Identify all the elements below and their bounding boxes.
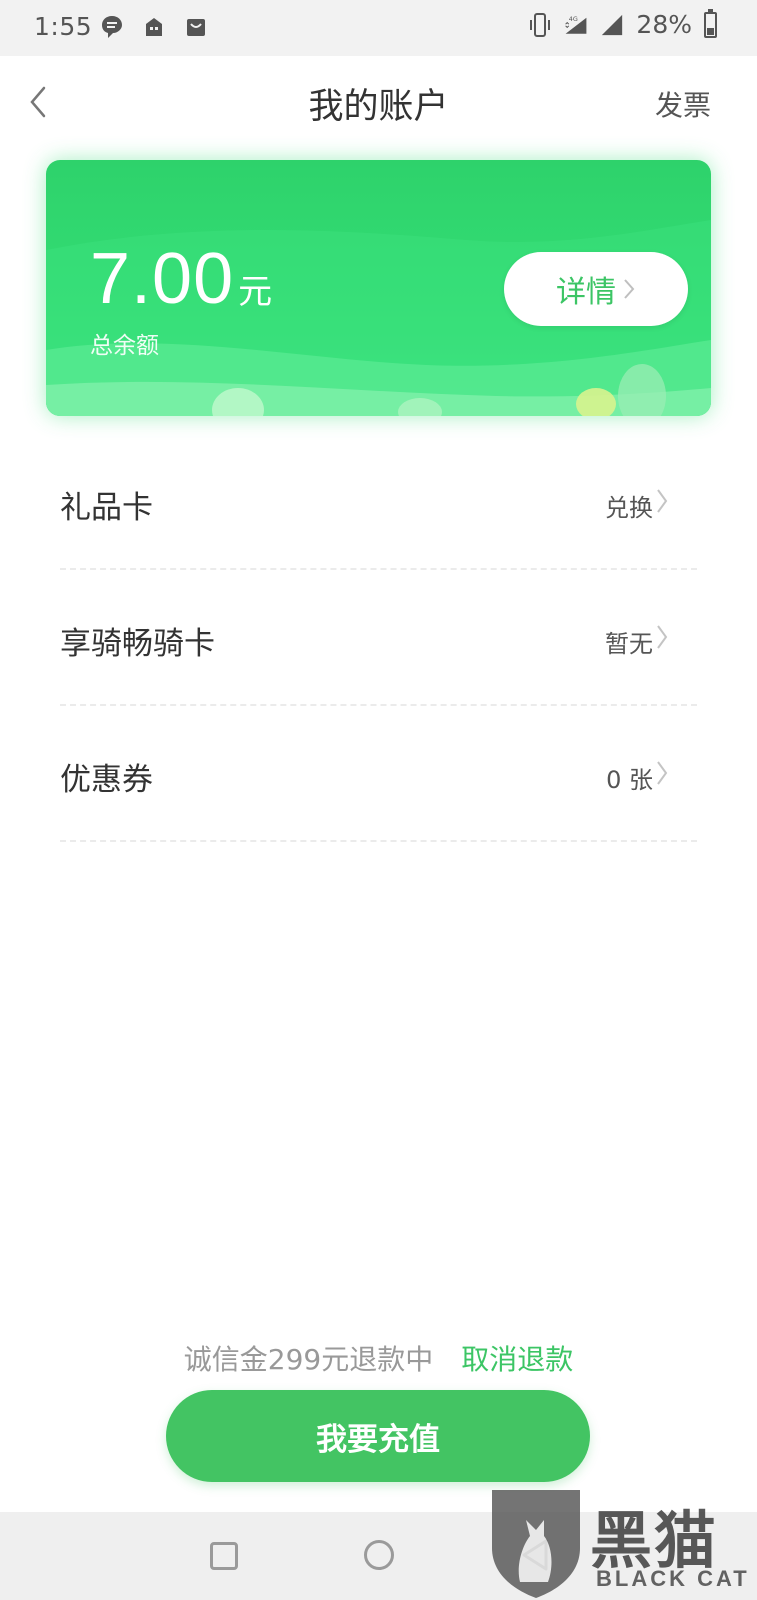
status-bar: 1:55 4G 28% xyxy=(0,0,757,56)
recents-button[interactable] xyxy=(210,1542,238,1570)
deposit-line: 诚信金299元退款中 取消退款 xyxy=(0,1338,757,1378)
balance-amount: 7.00 元 xyxy=(90,238,272,320)
header: 我的账户 发票 xyxy=(0,56,757,146)
row-value: 兑换 xyxy=(605,494,653,522)
row-value: 0 张 xyxy=(606,766,653,794)
chevron-right-icon xyxy=(657,489,668,513)
page-title: 我的账户 xyxy=(308,87,449,127)
balance-card: 7.00 元 总余额 详情 xyxy=(46,160,711,416)
details-button[interactable]: 详情 xyxy=(504,252,688,326)
shopping-bag-icon xyxy=(184,14,208,40)
watermark: 黑猫 BLACK CAT xyxy=(486,1486,754,1600)
chevron-right-icon xyxy=(624,279,635,299)
battery-icon xyxy=(704,8,717,38)
store-icon xyxy=(142,14,166,40)
details-label: 详情 xyxy=(556,275,616,310)
cancel-refund-link[interactable]: 取消退款 xyxy=(461,1343,573,1376)
row-value: 暂无 xyxy=(605,630,653,658)
signal-icon xyxy=(600,12,624,38)
home-button[interactable] xyxy=(364,1540,394,1570)
row-label: 享骑畅骑卡 xyxy=(60,626,215,662)
message-icon xyxy=(100,14,124,40)
status-right: 4G 28% xyxy=(528,8,717,39)
cat-shield-logo xyxy=(492,1490,580,1598)
signal-4g-icon: 4G xyxy=(564,12,588,38)
network-type-text: 4G xyxy=(569,15,578,23)
notification-icons xyxy=(100,14,208,40)
row-label: 优惠券 xyxy=(60,762,153,798)
list-item-coupons[interactable]: 优惠券 0 张 xyxy=(60,706,697,842)
list-item-ride-card[interactable]: 享骑畅骑卡 暂无 xyxy=(60,570,697,706)
row-label: 礼品卡 xyxy=(60,490,153,526)
watermark-text: BLACK CAT xyxy=(596,1566,750,1591)
balance-number: 7.00 xyxy=(90,239,235,319)
invoice-link[interactable]: 发票 xyxy=(655,84,711,124)
deposit-status: 诚信金299元退款中 xyxy=(183,1343,434,1376)
list-item-gift-card[interactable]: 礼品卡 兑换 xyxy=(60,434,697,570)
chevron-right-icon xyxy=(657,761,668,785)
balance-label: 总余额 xyxy=(90,333,159,359)
balance-unit: 元 xyxy=(238,272,273,312)
recharge-label: 我要充值 xyxy=(316,1421,440,1458)
account-list: 礼品卡 兑换 享骑畅骑卡 暂无 优惠券 0 张 xyxy=(60,434,697,842)
chevron-right-icon xyxy=(657,625,668,649)
battery-percentage: 28% xyxy=(636,10,692,39)
recharge-button[interactable]: 我要充值 xyxy=(166,1390,590,1482)
vibrate-icon xyxy=(528,12,552,38)
status-time: 1:55 xyxy=(34,12,93,41)
